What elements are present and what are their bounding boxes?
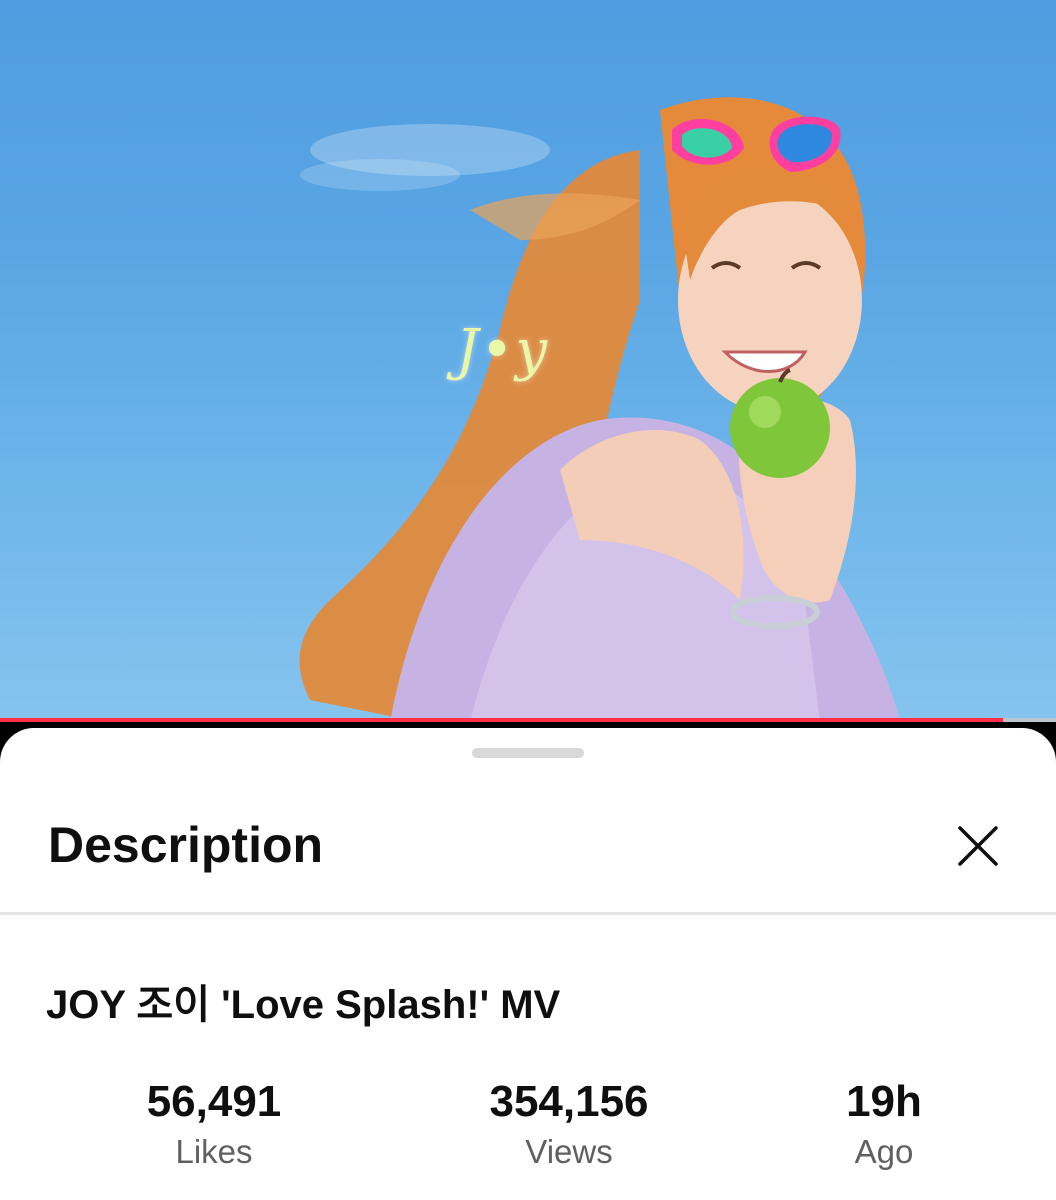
likes-stat: 56,491 Likes	[94, 1076, 334, 1174]
sheet-drag-handle[interactable]	[472, 748, 584, 758]
likes-count: 56,491	[146, 1077, 282, 1126]
sheet-title: Description	[48, 817, 324, 873]
video-progress-fill	[0, 718, 1004, 722]
artist-watermark: J•y	[456, 318, 550, 383]
likes-label: Likes	[175, 1133, 253, 1170]
views-label: Views	[525, 1133, 613, 1170]
description-sheet: Description JOY 조이 'Love Splash!' MV 56,…	[0, 728, 1056, 1200]
video-title: JOY 조이 'Love Splash!' MV	[46, 983, 561, 1027]
close-button[interactable]	[952, 820, 1004, 872]
views-stat: 354,156 Views	[449, 1076, 689, 1174]
views-count: 354,156	[489, 1077, 649, 1126]
upload-age-label: Ago	[854, 1133, 914, 1170]
upload-age-stat: 19h Ago	[764, 1076, 1004, 1174]
close-icon	[958, 826, 998, 866]
video-player[interactable]: J•y	[0, 0, 1056, 722]
video-progress-bar[interactable]	[0, 718, 1056, 722]
sheet-divider	[0, 912, 1056, 915]
upload-age-value: 19h	[846, 1077, 922, 1126]
